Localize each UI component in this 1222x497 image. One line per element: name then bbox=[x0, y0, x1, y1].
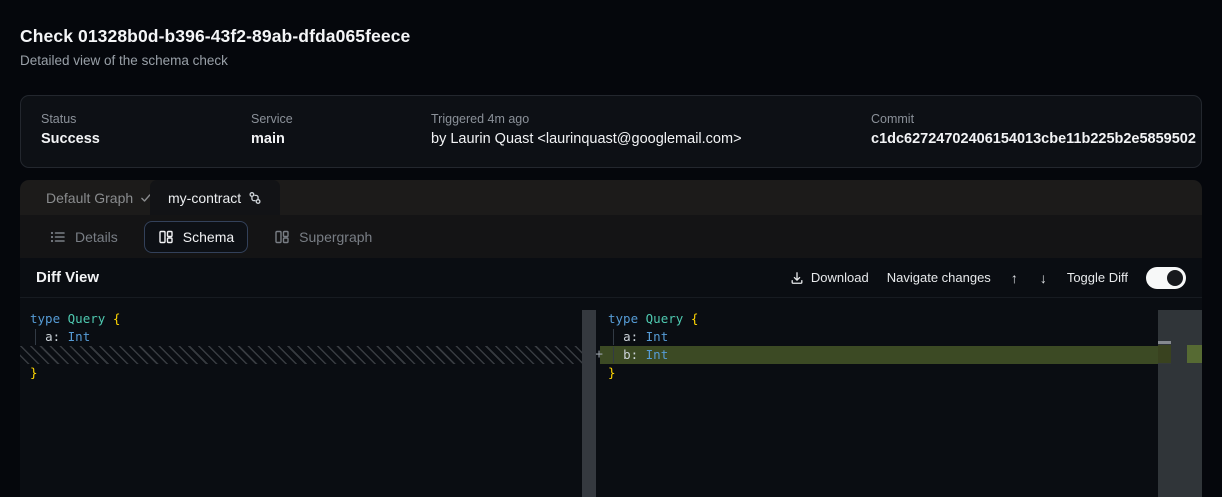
diff-view-title: Diff View bbox=[36, 269, 99, 286]
overview-ruler-added-shadow bbox=[1158, 345, 1171, 363]
schema-check-panel: Default Graph my-contract Details bbox=[20, 180, 1202, 497]
contract-icon bbox=[248, 191, 262, 205]
meta-status: Status Success bbox=[41, 112, 100, 147]
tab-default-graph-label: Default Graph bbox=[46, 190, 133, 206]
code-line: a: Int bbox=[20, 328, 596, 346]
right-editor-scrollbar[interactable] bbox=[1158, 310, 1202, 497]
added-code-line: b: Int bbox=[600, 346, 1171, 364]
meta-service: Service main bbox=[251, 112, 293, 147]
check-meta-card: Status Success Service main Triggered 4m… bbox=[20, 95, 1202, 168]
code-lines-right: type Query { a: Int b: Int} bbox=[600, 298, 1202, 382]
download-label: Download bbox=[811, 270, 869, 285]
code-line: type Query { bbox=[20, 310, 596, 328]
diff-view-header: Diff View Download Navigate changes ↑ ↓ … bbox=[20, 258, 1202, 298]
commit-label: Commit bbox=[871, 112, 1196, 126]
download-icon bbox=[790, 271, 804, 285]
tab-my-contract[interactable]: my-contract bbox=[150, 180, 280, 215]
graph-tab-bar: Default Graph my-contract bbox=[20, 180, 1202, 215]
tab-details-label: Details bbox=[75, 229, 118, 245]
code-line: } bbox=[600, 364, 1202, 382]
status-value: Success bbox=[41, 131, 100, 147]
triggered-label: Triggered 4m ago bbox=[431, 112, 742, 126]
toggle-diff-label: Toggle Diff bbox=[1067, 270, 1128, 285]
diff-editor: type Query { a: Int} type Query { a: Int… bbox=[20, 298, 1202, 497]
service-value: main bbox=[251, 131, 293, 147]
page-subtitle: Detailed view of the schema check bbox=[20, 53, 228, 68]
tab-supergraph-label: Supergraph bbox=[299, 229, 372, 245]
next-change-button[interactable]: ↓ bbox=[1038, 270, 1049, 286]
download-button[interactable]: Download bbox=[790, 270, 869, 285]
diff-editor-right[interactable]: type Query { a: Int b: Int} bbox=[600, 298, 1202, 497]
toggle-diff-switch[interactable] bbox=[1146, 267, 1186, 289]
switch-knob bbox=[1167, 270, 1183, 286]
left-editor-scrollbar[interactable] bbox=[582, 310, 596, 497]
diff-spacer-line bbox=[20, 346, 582, 364]
service-label: Service bbox=[251, 112, 293, 126]
page-title: Check 01328b0d-b396-43f2-89ab-dfda065fee… bbox=[20, 26, 410, 47]
triggered-value: by Laurin Quast <laurinquast@googlemail.… bbox=[431, 131, 742, 147]
tab-details[interactable]: Details bbox=[36, 221, 132, 253]
tab-schema[interactable]: Schema bbox=[144, 221, 248, 253]
tab-schema-label: Schema bbox=[183, 229, 234, 245]
navigate-changes-label: Navigate changes bbox=[887, 270, 991, 285]
previous-change-button[interactable]: ↑ bbox=[1009, 270, 1020, 286]
columns-icon bbox=[274, 229, 290, 245]
meta-triggered: Triggered 4m ago by Laurin Quast <laurin… bbox=[431, 112, 742, 147]
commit-value: c1dc62724702406154013cbe11b225b2e5859502 bbox=[871, 131, 1196, 147]
overview-ruler-tick bbox=[1158, 341, 1171, 344]
tab-my-contract-label: my-contract bbox=[168, 190, 241, 206]
code-line: type Query { bbox=[600, 310, 1202, 328]
code-lines-left: type Query { a: Int} bbox=[20, 298, 596, 382]
overview-ruler-added-mark bbox=[1187, 345, 1202, 363]
code-line: a: Int bbox=[600, 328, 1202, 346]
columns-icon bbox=[158, 229, 174, 245]
tab-default-graph[interactable]: Default Graph bbox=[38, 180, 160, 215]
meta-commit: Commit c1dc62724702406154013cbe11b225b2e… bbox=[871, 112, 1196, 147]
diff-editor-left[interactable]: type Query { a: Int} bbox=[20, 298, 596, 497]
view-tab-bar: Details Schema Supergraph bbox=[20, 215, 1202, 258]
status-label: Status bbox=[41, 112, 100, 126]
code-line: } bbox=[20, 364, 596, 382]
list-icon bbox=[50, 229, 66, 245]
tab-supergraph[interactable]: Supergraph bbox=[260, 221, 386, 253]
diff-controls: Download Navigate changes ↑ ↓ Toggle Dif… bbox=[790, 267, 1186, 289]
